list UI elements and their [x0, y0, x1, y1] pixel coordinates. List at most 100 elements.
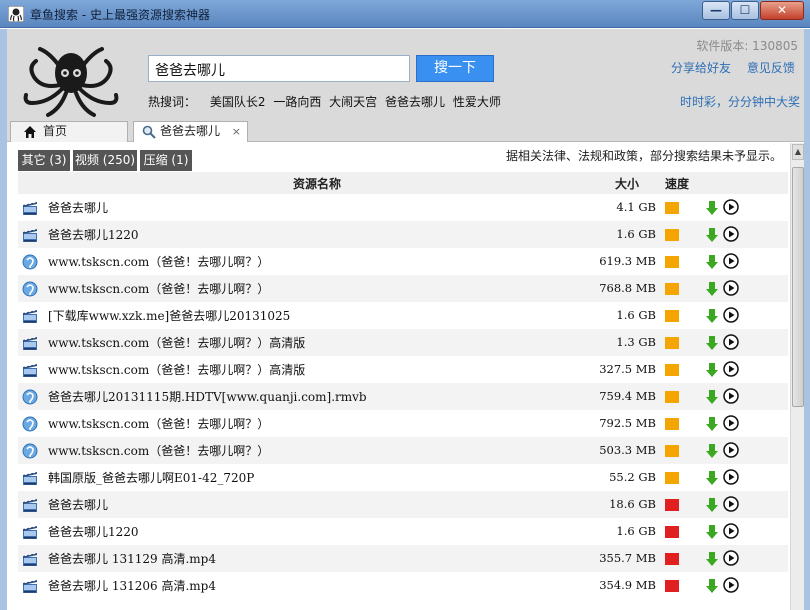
hot-word[interactable]: 一路向西	[273, 95, 321, 109]
table-row[interactable]: 爸爸去哪儿 18.6 GB	[18, 491, 788, 518]
play-icon[interactable]	[723, 361, 739, 377]
download-arrow-icon[interactable]	[705, 281, 719, 297]
hot-word[interactable]: 性爱大师	[453, 95, 501, 109]
download-arrow-icon[interactable]	[705, 200, 719, 216]
minimize-button[interactable]: —	[702, 1, 730, 20]
play-icon[interactable]	[723, 253, 739, 269]
table-row[interactable]: www.tskscn.com（爸爸！去哪儿啊？） 503.3 MB	[18, 437, 788, 464]
resource-name[interactable]: www.tskscn.com（爸爸！去哪儿啊？）	[48, 442, 269, 459]
download-arrow-icon[interactable]	[705, 254, 719, 270]
download-arrow-icon[interactable]	[705, 362, 719, 378]
octopus-logo-icon	[23, 47, 119, 117]
hot-word[interactable]: 大闹天宫	[329, 95, 377, 109]
play-icon[interactable]	[723, 469, 739, 485]
table-row[interactable]: www.tskscn.com（爸爸！去哪儿啊？）高清版 1.3 GB	[18, 329, 788, 356]
table-header: 资源名称 大小 速度	[18, 172, 788, 194]
scroll-thumb[interactable]	[792, 167, 804, 407]
hot-word[interactable]: 美国队长2	[210, 95, 266, 109]
resource-name[interactable]: [下载库www.xzk.me]爸爸去哪儿20131025	[48, 307, 290, 324]
download-arrow-icon[interactable]	[705, 578, 719, 594]
play-icon[interactable]	[723, 442, 739, 458]
play-icon[interactable]	[723, 226, 739, 242]
header-links: 分享给好友 意见反馈	[671, 59, 807, 76]
download-arrow-icon[interactable]	[705, 308, 719, 324]
table-row[interactable]: www.tskscn.com（爸爸！去哪儿啊？） 768.8 MB	[18, 275, 788, 302]
close-button[interactable]: ✕	[760, 1, 804, 20]
tab-label: 首页	[43, 124, 68, 138]
download-arrow-icon[interactable]	[705, 389, 719, 405]
play-icon[interactable]	[723, 550, 739, 566]
play-icon[interactable]	[723, 307, 739, 323]
video-file-icon	[23, 363, 37, 377]
resource-name[interactable]: www.tskscn.com（爸爸！去哪儿啊？）	[48, 253, 269, 270]
resource-size: 1.6 GB	[616, 227, 656, 241]
resource-name[interactable]: www.tskscn.com（爸爸！去哪儿啊？）	[48, 415, 269, 432]
download-arrow-icon[interactable]	[705, 335, 719, 351]
share-link[interactable]: 分享给好友	[671, 61, 731, 75]
version-label: 软件版本: 130805	[696, 39, 798, 53]
table-row[interactable]: 爸爸去哪儿1220 1.6 GB	[18, 221, 788, 248]
maximize-button[interactable]: ☐	[731, 1, 759, 20]
table-row[interactable]: 爸爸去哪儿1220 1.6 GB	[18, 518, 788, 545]
table-row[interactable]: 韩国原版_爸爸去哪儿啊E01-42_720P 55.2 GB	[18, 464, 788, 491]
resource-name[interactable]: 爸爸去哪儿 131129 高清.mp4	[48, 550, 216, 567]
resource-name[interactable]: www.tskscn.com（爸爸！去哪儿啊？）	[48, 280, 269, 297]
close-icon: ✕	[776, 3, 788, 17]
play-icon[interactable]	[723, 523, 739, 539]
ad-link[interactable]: 时时彩，分分钟中大奖	[680, 93, 800, 110]
play-icon[interactable]	[723, 496, 739, 512]
speed-indicator	[665, 580, 679, 592]
play-icon[interactable]	[723, 415, 739, 431]
search-input[interactable]: 爸爸去哪儿	[148, 55, 410, 82]
column-speed-header[interactable]: 速度	[665, 175, 689, 192]
download-arrow-icon[interactable]	[705, 551, 719, 567]
download-arrow-icon[interactable]	[705, 470, 719, 486]
table-row[interactable]: www.tskscn.com（爸爸！去哪儿啊？） 619.3 MB	[18, 248, 788, 275]
play-icon[interactable]	[723, 334, 739, 350]
maximize-icon: ☐	[739, 3, 751, 17]
vertical-scrollbar[interactable]: ▲	[790, 143, 804, 610]
resource-name[interactable]: www.tskscn.com（爸爸！去哪儿啊？）高清版	[48, 334, 305, 351]
table-row[interactable]: 爸爸去哪儿 131206 高清.mp4 354.9 MB	[18, 572, 788, 599]
filter-chip-video[interactable]: 视频 (250)	[73, 150, 137, 171]
download-arrow-icon[interactable]	[705, 524, 719, 540]
resource-name[interactable]: 爸爸去哪儿 131206 高清.mp4	[48, 577, 216, 594]
table-row[interactable]: 爸爸去哪儿20131115期.HDTV[www.quanji.com].rmvb…	[18, 383, 788, 410]
hot-word[interactable]: 爸爸去哪儿	[385, 95, 445, 109]
tab-search-result[interactable]: 爸爸去哪儿 ×	[133, 121, 248, 142]
table-row[interactable]: [下载库www.xzk.me]爸爸去哪儿20131025 1.6 GB	[18, 302, 788, 329]
play-icon[interactable]	[723, 577, 739, 593]
table-row[interactable]: www.tskscn.com（爸爸！去哪儿啊？） 792.5 MB	[18, 410, 788, 437]
tab-home[interactable]: 首页	[10, 121, 128, 142]
resource-name[interactable]: 爸爸去哪儿	[48, 199, 108, 216]
speed-indicator	[665, 364, 679, 376]
play-icon[interactable]	[723, 199, 739, 215]
play-icon[interactable]	[723, 388, 739, 404]
filter-chip-other[interactable]: 其它 (3)	[18, 150, 70, 171]
feedback-link[interactable]: 意见反馈	[747, 61, 795, 75]
speed-indicator	[665, 337, 679, 349]
search-button[interactable]: 搜一下	[416, 55, 494, 82]
play-icon[interactable]	[723, 280, 739, 296]
resource-name[interactable]: 爸爸去哪儿20131115期.HDTV[www.quanji.com].rmvb	[48, 388, 367, 405]
download-arrow-icon[interactable]	[705, 227, 719, 243]
tab-close-icon[interactable]: ×	[232, 122, 241, 141]
table-row[interactable]: 爸爸去哪儿 4.1 GB	[18, 194, 788, 221]
filter-chip-archive[interactable]: 压缩 (1)	[140, 150, 192, 171]
column-size-header[interactable]: 大小	[615, 175, 639, 192]
resource-name[interactable]: 爸爸去哪儿1220	[48, 226, 139, 243]
resource-name[interactable]: 韩国原版_爸爸去哪儿啊E01-42_720P	[48, 469, 254, 486]
table-row[interactable]: www.tskscn.com（爸爸！去哪儿啊？）高清版 327.5 MB	[18, 356, 788, 383]
table-row[interactable]: 爸爸去哪儿 131129 高清.mp4 355.7 MB	[18, 545, 788, 572]
download-arrow-icon[interactable]	[705, 497, 719, 513]
download-arrow-icon[interactable]	[705, 443, 719, 459]
resource-name[interactable]: 爸爸去哪儿1220	[48, 523, 139, 540]
resource-name[interactable]: 爸爸去哪儿	[48, 496, 108, 513]
resource-size: 1.6 GB	[616, 524, 656, 538]
column-name-header[interactable]: 资源名称	[293, 175, 341, 192]
resource-size: 503.3 MB	[599, 443, 656, 457]
download-arrow-icon[interactable]	[705, 416, 719, 432]
video-file-icon	[23, 525, 37, 539]
scroll-up-button[interactable]: ▲	[792, 144, 804, 160]
resource-name[interactable]: www.tskscn.com（爸爸！去哪儿啊？）高清版	[48, 361, 305, 378]
